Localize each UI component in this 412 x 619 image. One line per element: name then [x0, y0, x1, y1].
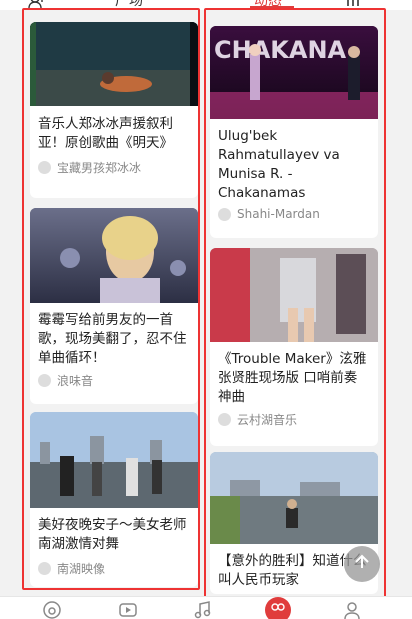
video-card[interactable]: 《Trouble Maker》泫雅 张贤胜现场版 口哨前奏神曲 云村湖音乐 — [210, 248, 378, 446]
author-row[interactable]: 南湖映像 — [30, 560, 198, 577]
author-row[interactable]: Shahi-Mardan — [210, 207, 378, 221]
author-row[interactable]: 浪味音 — [30, 372, 198, 389]
video-title: 美好夜晚安子～美女老师南湖激情对舞 — [38, 517, 187, 552]
avatar — [218, 207, 231, 221]
scroll-to-top-button[interactable] — [344, 546, 380, 582]
thumbnail-text: CHAKANA — [214, 36, 347, 64]
author-name: 南湖映像 — [57, 562, 106, 576]
author-name: 云村湖音乐 — [237, 413, 298, 427]
music-note-icon[interactable] — [192, 600, 212, 619]
avatar — [38, 161, 51, 174]
video-thumbnail — [30, 22, 198, 106]
netease-music-icon[interactable] — [42, 600, 62, 619]
video-title: 音乐人郑冰冰声援叙利亚！原创歌曲《明天》 — [38, 116, 173, 151]
video-thumbnail: CHAKANA — [210, 26, 378, 119]
video-card[interactable]: 音乐人郑冰冰声援叙利亚！原创歌曲《明天》 宝藏男孩郑冰冰 — [30, 22, 198, 198]
author-name: 浪味音 — [57, 374, 94, 388]
avatar — [38, 562, 51, 575]
video-icon[interactable] — [118, 600, 138, 619]
avatar — [38, 374, 51, 387]
video-title: 霉霉写给前男友的一首歌，现场美翻了，忍不住单曲循环！ — [38, 312, 187, 366]
video-title: 《Trouble Maker》泫雅 张贤胜现场版 口哨前奏神曲 — [218, 351, 367, 405]
video-thumbnail — [210, 452, 378, 544]
bottom-nav — [0, 596, 412, 619]
video-card[interactable]: CHAKANA Ulug'bek Rahmatullayev va Munisa… — [210, 26, 378, 238]
video-card[interactable]: 霉霉写给前男友的一首歌，现场美翻了，忍不住单曲循环！ 浪味音 — [30, 208, 198, 404]
feed-column-right: CHAKANA Ulug'bek Rahmatullayev va Munisa… — [204, 8, 386, 600]
feed-column-left: 音乐人郑冰冰声援叙利亚！原创歌曲《明天》 宝藏男孩郑冰冰 霉霉写给前男友的一首歌… — [22, 8, 200, 590]
video-thumbnail — [30, 412, 198, 508]
author-row[interactable]: 云村湖音乐 — [210, 411, 378, 428]
video-title: Ulug'bek Rahmatullayev va Munisa R. - Ch… — [218, 128, 340, 201]
video-thumbnail — [30, 208, 198, 303]
arrow-up-icon — [353, 553, 371, 575]
video-card[interactable]: 美好夜晚安子～美女老师南湖激情对舞 南湖映像 — [30, 412, 198, 587]
author-name: Shahi-Mardan — [237, 207, 320, 221]
author-name: 宝藏男孩郑冰冰 — [57, 161, 142, 175]
profile-icon[interactable] — [342, 600, 362, 619]
community-icon[interactable] — [264, 597, 292, 619]
author-row[interactable]: 宝藏男孩郑冰冰 — [30, 159, 198, 176]
video-thumbnail — [210, 248, 378, 342]
avatar — [218, 413, 231, 426]
